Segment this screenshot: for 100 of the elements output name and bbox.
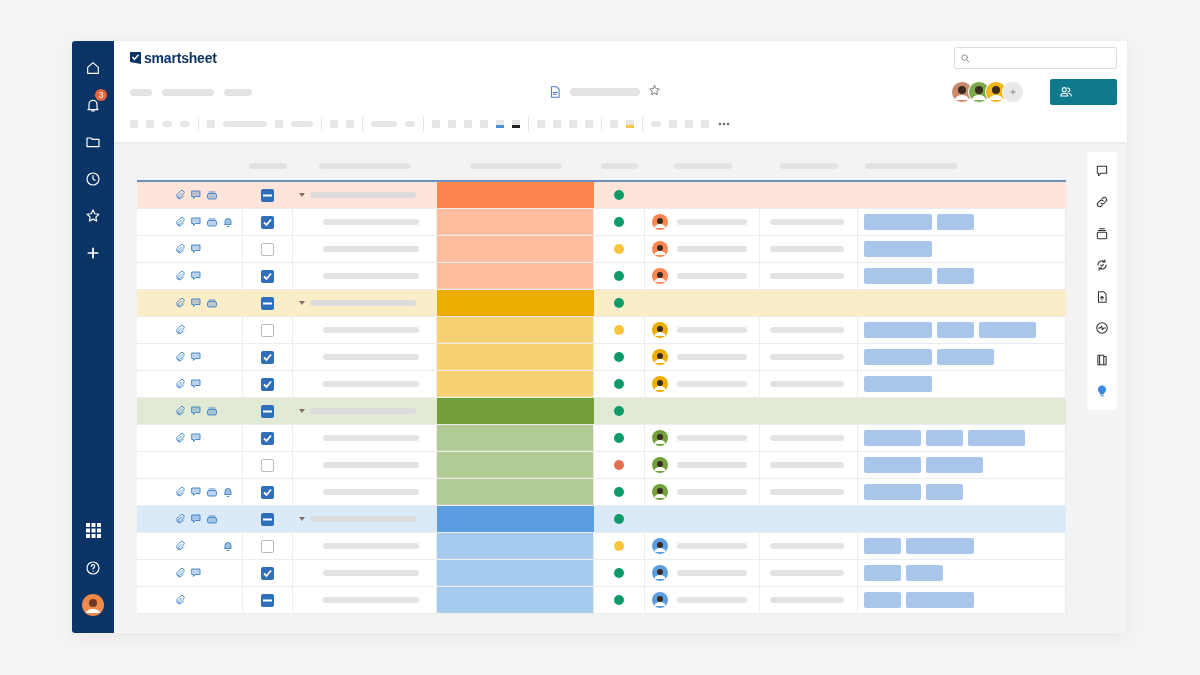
comment-icon bbox=[190, 567, 202, 579]
tray-icon bbox=[206, 513, 218, 525]
comment-icon bbox=[190, 297, 202, 309]
text-placeholder bbox=[224, 88, 252, 96]
assignee-avatar bbox=[652, 457, 668, 473]
tag-chip[interactable] bbox=[968, 430, 1025, 446]
checkbox[interactable] bbox=[261, 242, 274, 256]
tag-chip[interactable] bbox=[864, 241, 932, 257]
checkbox[interactable] bbox=[261, 323, 274, 337]
text-placeholder bbox=[677, 543, 747, 549]
text-placeholder bbox=[677, 435, 747, 441]
tag-chip[interactable] bbox=[864, 268, 932, 284]
task-row[interactable] bbox=[137, 236, 1066, 263]
avatar-icon bbox=[82, 593, 104, 616]
assignee-avatar bbox=[652, 592, 668, 608]
assignee-avatar bbox=[652, 241, 668, 257]
tag-chip[interactable] bbox=[926, 457, 983, 473]
notifications-button[interactable]: 3 bbox=[72, 86, 114, 123]
search-icon bbox=[960, 52, 971, 64]
tag-chip[interactable] bbox=[864, 592, 901, 608]
tag-chip[interactable] bbox=[906, 592, 974, 608]
bell-icon bbox=[222, 216, 234, 228]
book-icon bbox=[1095, 352, 1109, 367]
comment-icon bbox=[1095, 163, 1109, 178]
tag-chip[interactable] bbox=[864, 484, 921, 500]
comment-icon bbox=[190, 216, 202, 228]
expand-caret-icon[interactable] bbox=[299, 517, 305, 521]
paperclip-icon bbox=[174, 351, 186, 363]
tag-chip[interactable] bbox=[864, 538, 901, 554]
tag-chip[interactable] bbox=[864, 322, 932, 338]
text-placeholder bbox=[677, 327, 747, 333]
text-placeholder bbox=[677, 219, 747, 225]
expand-caret-icon[interactable] bbox=[299, 301, 305, 305]
tag-chip[interactable] bbox=[979, 322, 1036, 338]
text-placeholder bbox=[291, 121, 313, 127]
home-icon bbox=[85, 59, 101, 76]
tag-chip[interactable] bbox=[864, 457, 921, 473]
assignee-avatar bbox=[652, 484, 668, 500]
text-placeholder bbox=[130, 88, 152, 96]
assignee-avatar bbox=[652, 430, 668, 446]
paperclip-icon bbox=[174, 486, 186, 498]
tag-chip[interactable] bbox=[906, 538, 974, 554]
task-row[interactable] bbox=[137, 317, 1066, 344]
tag-chip[interactable] bbox=[937, 322, 974, 338]
text-placeholder bbox=[677, 273, 747, 279]
tag-chip[interactable] bbox=[864, 565, 901, 581]
stack-icon bbox=[1095, 226, 1109, 241]
tray-icon bbox=[206, 216, 218, 228]
tag-chip[interactable] bbox=[937, 349, 994, 365]
paperclip-icon bbox=[174, 270, 186, 282]
tag-chip[interactable] bbox=[864, 376, 932, 392]
tray-icon bbox=[206, 486, 218, 498]
assignee-avatar bbox=[652, 214, 668, 230]
favorites-icon bbox=[85, 207, 101, 224]
assignee-avatar bbox=[652, 376, 668, 392]
tag-chip[interactable] bbox=[864, 214, 932, 230]
paperclip-icon bbox=[174, 216, 186, 228]
task-row[interactable] bbox=[137, 452, 1066, 479]
tag-chip[interactable] bbox=[864, 430, 921, 446]
recent-icon bbox=[85, 170, 101, 187]
group-row[interactable] bbox=[137, 398, 1066, 425]
text-placeholder bbox=[162, 88, 214, 96]
tray-icon bbox=[206, 297, 218, 309]
plus-icon bbox=[1008, 87, 1018, 97]
group-row[interactable] bbox=[137, 506, 1066, 533]
tag-chip[interactable] bbox=[926, 484, 963, 500]
expand-caret-icon[interactable] bbox=[299, 409, 305, 413]
tag-chip[interactable] bbox=[906, 565, 943, 581]
comment-icon bbox=[190, 243, 202, 255]
tag-chip[interactable] bbox=[937, 268, 974, 284]
comment-icon bbox=[190, 405, 202, 417]
comment-icon bbox=[190, 351, 202, 363]
text-placeholder bbox=[223, 121, 267, 127]
link-icon bbox=[1095, 195, 1109, 210]
paperclip-icon bbox=[174, 594, 186, 606]
tag-chip[interactable] bbox=[926, 430, 963, 446]
paperclip-icon bbox=[174, 324, 186, 336]
task-row[interactable] bbox=[137, 533, 1066, 560]
expand-caret-icon[interactable] bbox=[299, 193, 305, 197]
activity-icon bbox=[1095, 321, 1109, 336]
tag-chip[interactable] bbox=[937, 214, 974, 230]
share-button[interactable] bbox=[1050, 79, 1117, 105]
text-placeholder bbox=[569, 88, 640, 96]
assignee-avatar bbox=[652, 268, 668, 284]
comment-icon bbox=[190, 270, 202, 282]
people-icon bbox=[1059, 85, 1073, 99]
checkbox[interactable] bbox=[261, 458, 274, 472]
tag-chip[interactable] bbox=[864, 349, 932, 365]
paperclip-icon bbox=[174, 189, 186, 201]
assignee-avatar bbox=[652, 565, 668, 581]
add-collaborator-button[interactable] bbox=[1002, 81, 1024, 103]
search-field[interactable] bbox=[954, 47, 1117, 69]
checkbox[interactable] bbox=[261, 539, 274, 553]
text-placeholder bbox=[677, 246, 747, 252]
paperclip-icon bbox=[174, 243, 186, 255]
assignee-avatar bbox=[652, 538, 668, 554]
logo-icon bbox=[130, 52, 141, 64]
help-icon bbox=[85, 559, 101, 576]
text-placeholder bbox=[677, 597, 747, 603]
grid-icon bbox=[85, 523, 101, 538]
